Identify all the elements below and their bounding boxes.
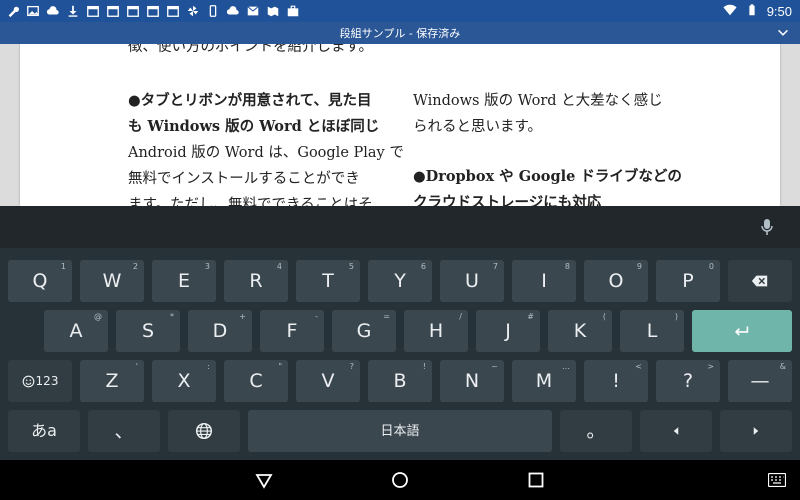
wifi-icon bbox=[723, 3, 737, 20]
doc-line: 徴、使い方のポイントを紹介します。 bbox=[128, 44, 374, 55]
back-triangle-icon bbox=[255, 474, 273, 489]
key-x[interactable]: :X bbox=[152, 360, 216, 402]
key-g[interactable]: = G bbox=[332, 310, 396, 352]
doc-column-left: ●タブとリボンが用意されて、見た目 も Windows 版の Word とほぼ同… bbox=[128, 88, 404, 206]
key-j[interactable]: # J bbox=[476, 310, 540, 352]
key-t[interactable]: 5T bbox=[296, 260, 360, 302]
doc-line: Windows 版の Word と大差なく感じ bbox=[413, 93, 663, 109]
key-period[interactable]: 。 bbox=[560, 410, 632, 452]
battery-icon bbox=[745, 3, 759, 20]
doc-column-right: Windows 版の Word と大差なく感じ られると思います。 ●Dropb… bbox=[413, 88, 683, 206]
calendar-31-icon bbox=[146, 4, 160, 18]
calendar-31-icon bbox=[166, 4, 180, 18]
pinwheel-icon bbox=[186, 4, 200, 18]
enter-icon bbox=[735, 326, 749, 336]
key-i[interactable]: 8I bbox=[512, 260, 576, 302]
key-z[interactable]: ' Z bbox=[80, 360, 144, 402]
cursor-left-key[interactable] bbox=[640, 410, 712, 452]
calendar-31-icon bbox=[86, 4, 100, 18]
backspace-key[interactable] bbox=[728, 260, 792, 302]
doc-heading: ●タブとリボンが用意されて、見た目 bbox=[128, 92, 372, 109]
image-icon bbox=[26, 4, 40, 18]
arrow-right-icon bbox=[753, 427, 759, 435]
document-title: 段組サンプル - 保存済み bbox=[339, 27, 461, 40]
key-question[interactable]: >? bbox=[656, 360, 720, 402]
globe-icon bbox=[195, 422, 213, 440]
key-p[interactable]: 0P bbox=[656, 260, 720, 302]
space-key[interactable]: 日本語 bbox=[248, 410, 552, 452]
keyboard-switch-icon[interactable] bbox=[768, 473, 786, 487]
doc-line: 無料でインストールすることができ bbox=[128, 171, 360, 187]
key-u[interactable]: 7U bbox=[440, 260, 504, 302]
doc-line: Android 版の Word は、Google Play で bbox=[128, 145, 404, 161]
cloud-icon bbox=[46, 4, 60, 18]
key-s[interactable]: * S bbox=[116, 310, 180, 352]
map-icon bbox=[266, 4, 280, 18]
key-y[interactable]: 6Y bbox=[368, 260, 432, 302]
backspace-icon bbox=[751, 275, 768, 287]
symbols-key[interactable]: 123 bbox=[8, 360, 72, 402]
key-o[interactable]: 9O bbox=[584, 260, 648, 302]
doc-line: ます。ただし、無料でできることはそ bbox=[128, 197, 373, 206]
cursor-right-key[interactable] bbox=[720, 410, 792, 452]
soft-keyboard: 1Q 2W 3E 4R 5T 6Y 7U 8I 9O 0P @ A * S + D -… bbox=[0, 248, 800, 460]
key-a[interactable]: @ A bbox=[44, 310, 108, 352]
key-e[interactable]: 3E bbox=[152, 260, 216, 302]
key-m[interactable]: … M bbox=[512, 360, 576, 402]
status-right: 9:50 bbox=[723, 2, 792, 20]
doc-heading: ●Dropbox や Google ドライブなどの bbox=[413, 168, 682, 185]
key-c[interactable]: " C bbox=[224, 360, 288, 402]
navigation-bar bbox=[0, 460, 800, 500]
language-key[interactable] bbox=[168, 410, 240, 452]
home-button[interactable] bbox=[390, 470, 410, 490]
key-w[interactable]: 2W bbox=[80, 260, 144, 302]
recents-square-icon bbox=[528, 472, 544, 488]
key-d[interactable]: + D bbox=[188, 310, 252, 352]
document-area[interactable]: 徴、使い方のポイントを紹介します。 ●タブとリボンが用意されて、見た目 も Wi… bbox=[0, 44, 800, 206]
download-icon bbox=[66, 4, 80, 18]
calendar-31-icon bbox=[126, 4, 140, 18]
clock: 9:50 bbox=[766, 3, 792, 19]
recents-button[interactable] bbox=[526, 470, 546, 490]
key-f[interactable]: -F bbox=[260, 310, 324, 352]
back-button[interactable] bbox=[254, 470, 274, 490]
key-b[interactable]: ! B bbox=[368, 360, 432, 402]
key-q[interactable]: 1Q bbox=[8, 260, 72, 302]
notification-icons bbox=[6, 3, 300, 19]
key-v[interactable]: ? V bbox=[296, 360, 360, 402]
wrench-icon bbox=[6, 4, 20, 18]
doc-heading: も Windows 版の Word とほぼ同じ bbox=[128, 118, 380, 135]
calendar-31-icon bbox=[106, 4, 120, 18]
key-exclamation[interactable]: <! bbox=[584, 360, 648, 402]
arrow-left-icon bbox=[673, 427, 679, 435]
microphone-icon[interactable] bbox=[760, 218, 774, 236]
document-title-bar[interactable]: 段組サンプル - 保存済み bbox=[0, 22, 800, 44]
key-dash[interactable]: & — bbox=[728, 360, 792, 402]
key-comma[interactable]: 、 bbox=[88, 410, 160, 452]
cloud-icon bbox=[226, 4, 240, 18]
key-k[interactable]: (K bbox=[548, 310, 612, 352]
key-l[interactable]: ) L bbox=[620, 310, 684, 352]
briefcase-icon bbox=[286, 4, 300, 18]
mail-icon bbox=[246, 4, 260, 18]
doc-heading: クラウドストレージにも対応 bbox=[413, 194, 602, 206]
suggestion-strip bbox=[0, 206, 800, 248]
key-n[interactable]: ~ N bbox=[440, 360, 504, 402]
enter-key[interactable] bbox=[692, 310, 792, 352]
doc-line: られると思います。 bbox=[413, 119, 543, 135]
status-bar: 9:50 bbox=[0, 0, 800, 22]
document-page[interactable]: 徴、使い方のポイントを紹介します。 ●タブとリボンが用意されて、見た目 も Wi… bbox=[20, 44, 780, 206]
emoji-icon bbox=[22, 375, 34, 387]
key-r[interactable]: 4R bbox=[224, 260, 288, 302]
home-circle-icon bbox=[392, 472, 408, 488]
key-h[interactable]: / H bbox=[404, 310, 468, 352]
chevron-down-icon[interactable] bbox=[776, 26, 790, 40]
kana-toggle-key[interactable]: あa bbox=[8, 410, 80, 452]
phone-icon bbox=[206, 4, 220, 18]
